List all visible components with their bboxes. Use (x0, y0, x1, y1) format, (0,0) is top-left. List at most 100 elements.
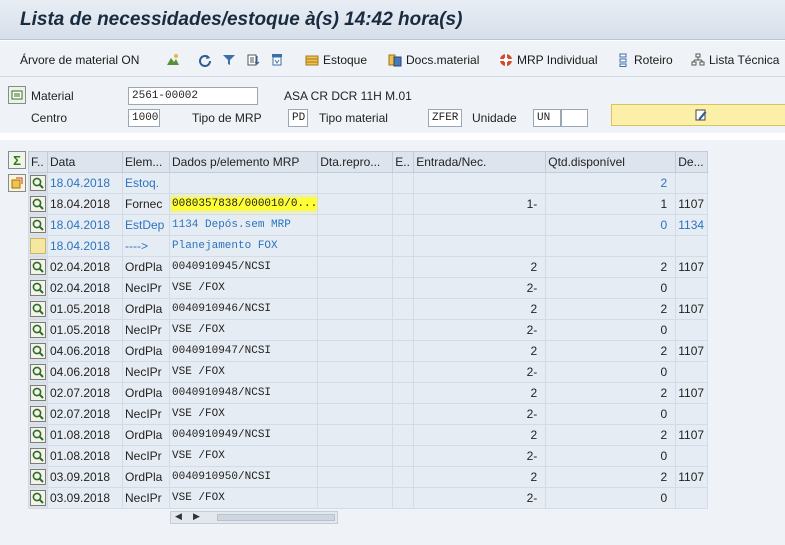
centro-field[interactable]: 1000 (128, 109, 160, 127)
row-icon-cell[interactable] (28, 382, 48, 404)
table-row[interactable]: 02.04.2018 OrdPla 0040910945/NCSI 2 2 1107 (28, 256, 709, 278)
horizontal-scrollbar[interactable]: ◀ ▶ (170, 511, 338, 524)
receipt-requirement-cell: 2- (413, 487, 547, 509)
row-icon-cell[interactable] (28, 340, 48, 362)
planning-segment-icon[interactable] (30, 238, 46, 254)
centro-label: Centro (31, 111, 68, 125)
roteiro-button[interactable]: Roteiro (616, 50, 673, 70)
title-bar: Lista de necessidades/estoque à(s) 14:42… (0, 0, 785, 40)
column-header[interactable]: Entrada/Nec. (413, 151, 547, 173)
table-row[interactable]: 04.06.2018 NecIPr VSE /FOX 2- 0 (28, 361, 709, 383)
exception-cell (392, 298, 415, 320)
scroll-right-icon[interactable]: ▶ (193, 511, 200, 522)
mrp-element-data-cell (168, 172, 319, 194)
date-cell: 01.08.2018 (47, 445, 123, 467)
magnifier-icon[interactable] (30, 217, 46, 233)
table-row[interactable]: 03.09.2018 NecIPr VSE /FOX 2- 0 (28, 487, 709, 509)
magnifier-icon[interactable] (30, 175, 46, 191)
column-header[interactable]: Data (47, 151, 123, 173)
magnifier-icon[interactable] (30, 196, 46, 212)
row-icon-cell[interactable] (28, 193, 48, 215)
receipt-requirement-cell: 2 (413, 256, 547, 278)
filter-icon-button[interactable] (222, 50, 240, 70)
row-icon-cell[interactable] (28, 487, 48, 509)
refresh-icon-button[interactable] (198, 50, 216, 70)
table-row[interactable]: 02.04.2018 NecIPr VSE /FOX 2- 0 (28, 277, 709, 299)
scrollbar-thumb[interactable] (217, 514, 335, 521)
estoque-button[interactable]: Estoque (305, 50, 367, 70)
tipo-mrp-field[interactable]: PD (288, 109, 308, 127)
magnifier-icon[interactable] (30, 427, 46, 443)
tipo-material-field[interactable]: ZFER (428, 109, 462, 127)
export-button[interactable] (8, 174, 26, 192)
magnifier-icon[interactable] (30, 322, 46, 338)
table-row[interactable]: 02.07.2018 OrdPla 0040910948/NCSI 2 2 1107 (28, 382, 709, 404)
row-icon-cell[interactable] (28, 298, 48, 320)
row-icon-cell[interactable] (28, 172, 48, 194)
table-row[interactable]: 01.05.2018 NecIPr VSE /FOX 2- 0 (28, 319, 709, 341)
row-icon-cell[interactable] (28, 214, 48, 236)
magnifier-icon[interactable] (30, 301, 46, 317)
sum-button[interactable]: Σ (8, 151, 26, 169)
row-icon-cell[interactable] (28, 319, 48, 341)
row-icon-cell[interactable] (28, 235, 48, 257)
row-icon-cell[interactable] (28, 256, 48, 278)
table-row[interactable]: 18.04.2018 Fornec 0080357838/000010/0... 1-… (28, 193, 709, 215)
row-icon-cell[interactable] (28, 403, 48, 425)
element-cell: OrdPla (122, 382, 170, 404)
element-cell: NecIPr (122, 487, 170, 509)
material-field[interactable]: 2561-00002 (128, 87, 258, 105)
column-header[interactable]: Dados p/elemento MRP (168, 151, 319, 173)
edit-bar[interactable] (611, 104, 785, 126)
magnifier-icon[interactable] (30, 406, 46, 422)
magnifier-icon[interactable] (30, 448, 46, 464)
row-icon-cell[interactable] (28, 445, 48, 467)
unidade-field[interactable]: UN (533, 109, 561, 127)
column-header[interactable]: De... (675, 151, 709, 173)
magnifier-icon[interactable] (30, 343, 46, 359)
table-row[interactable]: 02.07.2018 NecIPr VSE /FOX 2- 0 (28, 403, 709, 425)
magnifier-icon[interactable] (30, 385, 46, 401)
row-icon-cell[interactable] (28, 277, 48, 299)
exception-cell (392, 487, 415, 509)
table-row[interactable]: 18.04.2018 ----> Planejamento FOX (28, 235, 709, 257)
row-icon-cell[interactable] (28, 361, 48, 383)
row-icon-cell[interactable] (28, 424, 48, 446)
scroll-left-icon[interactable]: ◀ (175, 511, 182, 522)
table-row[interactable]: 03.09.2018 OrdPla 0040910950/NCSI 2 2 1107 (28, 466, 709, 488)
material-tree-button[interactable]: Árvore de material ON (20, 50, 139, 70)
table-row[interactable]: 01.08.2018 OrdPla 0040910949/NCSI 2 2 1107 (28, 424, 709, 446)
sort-icon-button[interactable] (246, 50, 264, 70)
unidade-extra-field[interactable] (561, 109, 588, 127)
table-row[interactable]: 01.05.2018 OrdPla 0040910946/NCSI 2 2 1107 (28, 298, 709, 320)
mrp-element-data-cell: 1134 Depós.sem MRP (168, 214, 319, 236)
column-header[interactable]: Dta.repro... (317, 151, 394, 173)
column-header[interactable]: Qtd.disponível (545, 151, 677, 173)
magnifier-icon[interactable] (30, 490, 46, 506)
docs-material-button[interactable]: Docs.material (388, 50, 479, 70)
column-header[interactable]: F.. (28, 151, 48, 173)
table-row[interactable]: 04.06.2018 OrdPla 0040910947/NCSI 2 2 1107 (28, 340, 709, 362)
storage-location-cell (675, 277, 709, 299)
mountain-icon-button[interactable] (166, 50, 184, 70)
material-header-button[interactable] (8, 86, 26, 104)
magnifier-icon[interactable] (30, 469, 46, 485)
table-row[interactable]: 01.08.2018 NecIPr VSE /FOX 2- 0 (28, 445, 709, 467)
table-row[interactable]: 18.04.2018 EstDep 1134 Depós.sem MRP 0 1134 (28, 214, 709, 236)
row-icon-cell[interactable] (28, 466, 48, 488)
magnifier-icon[interactable] (30, 259, 46, 275)
lista-tecnica-button[interactable]: Lista Técnica (691, 50, 779, 70)
print-icon-button[interactable] (270, 50, 288, 70)
storage-location-cell: 1107 (675, 340, 709, 362)
column-header[interactable]: E.. (392, 151, 415, 173)
exception-cell (392, 403, 415, 425)
receipt-requirement-cell: 2 (413, 340, 547, 362)
table-row[interactable]: 18.04.2018 Estoq. 2 (28, 172, 709, 194)
magnifier-icon[interactable] (30, 280, 46, 296)
storage-location-cell: 1134 (675, 214, 709, 236)
mrp-individual-button[interactable]: MRP Individual (499, 50, 597, 70)
column-header[interactable]: Elem... (122, 151, 170, 173)
reschedule-date-cell (317, 298, 394, 320)
reschedule-date-cell (317, 319, 394, 341)
magnifier-icon[interactable] (30, 364, 46, 380)
